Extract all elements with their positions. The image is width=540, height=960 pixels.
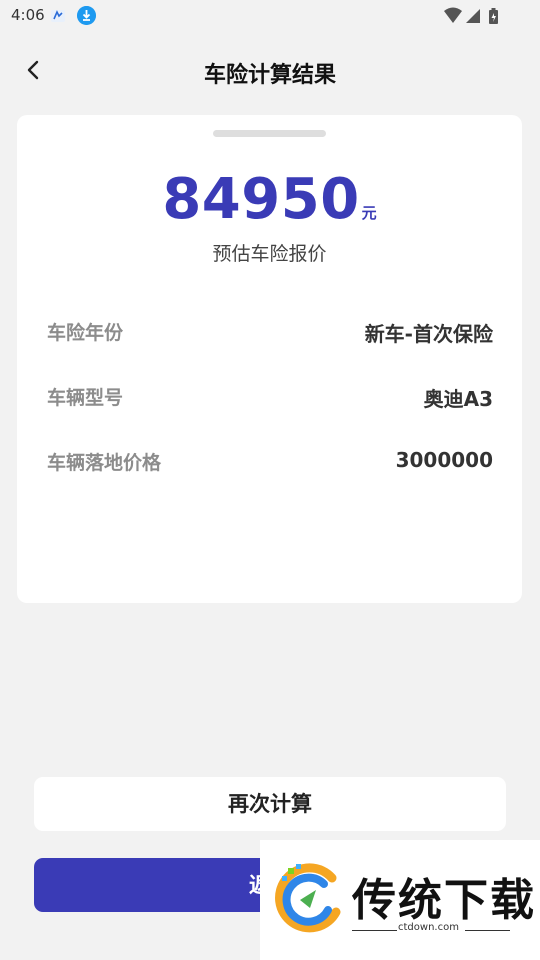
price-caption: 预估车险报价 (212, 243, 327, 265)
cellular-signal-icon (466, 9, 480, 23)
price-unit: 元 (361, 204, 377, 222)
download-icon (77, 6, 96, 25)
status-bar: 4:06 (0, 0, 540, 32)
watermark-site: ctdown.com (398, 922, 459, 933)
detail-label: 车险年份 (47, 322, 124, 344)
battery-icon (489, 8, 498, 24)
price-display: 84950 元 (17, 167, 522, 232)
watermark-divider (352, 930, 397, 931)
header: 车险计算结果 (0, 40, 540, 102)
watermark-divider (465, 930, 510, 931)
detail-row-landed-price: 车辆落地价格 3000000 (47, 448, 493, 478)
detail-row-car-model: 车辆型号 奥迪A3 (47, 383, 493, 413)
watermark-overlay: 传统下载 ctdown.com (260, 840, 540, 960)
detail-label: 车辆型号 (47, 387, 124, 409)
drag-handle[interactable] (213, 130, 326, 137)
wifi-icon (444, 7, 462, 23)
recalculate-button[interactable]: 再次计算 (34, 777, 506, 831)
detail-value: 新车-首次保险 (364, 322, 493, 346)
detail-row-insurance-year: 车险年份 新车-首次保险 (47, 318, 493, 348)
page-title: 车险计算结果 (203, 63, 336, 88)
status-indicators (444, 7, 498, 24)
price-value: 84950 (162, 167, 360, 232)
app-notification-icon (51, 10, 65, 22)
watermark-brand: 传统下载 (352, 875, 536, 926)
watermark-logo-icon (275, 863, 341, 933)
result-card: 84950 元 预估车险报价 车险年份 新车-首次保险 车辆型号 奥迪A3 车辆落… (17, 115, 522, 603)
detail-value: 3000000 (395, 448, 493, 472)
detail-value: 奥迪A3 (423, 387, 493, 411)
detail-label: 车辆落地价格 (47, 452, 162, 474)
status-time: 4:06 (11, 6, 45, 24)
